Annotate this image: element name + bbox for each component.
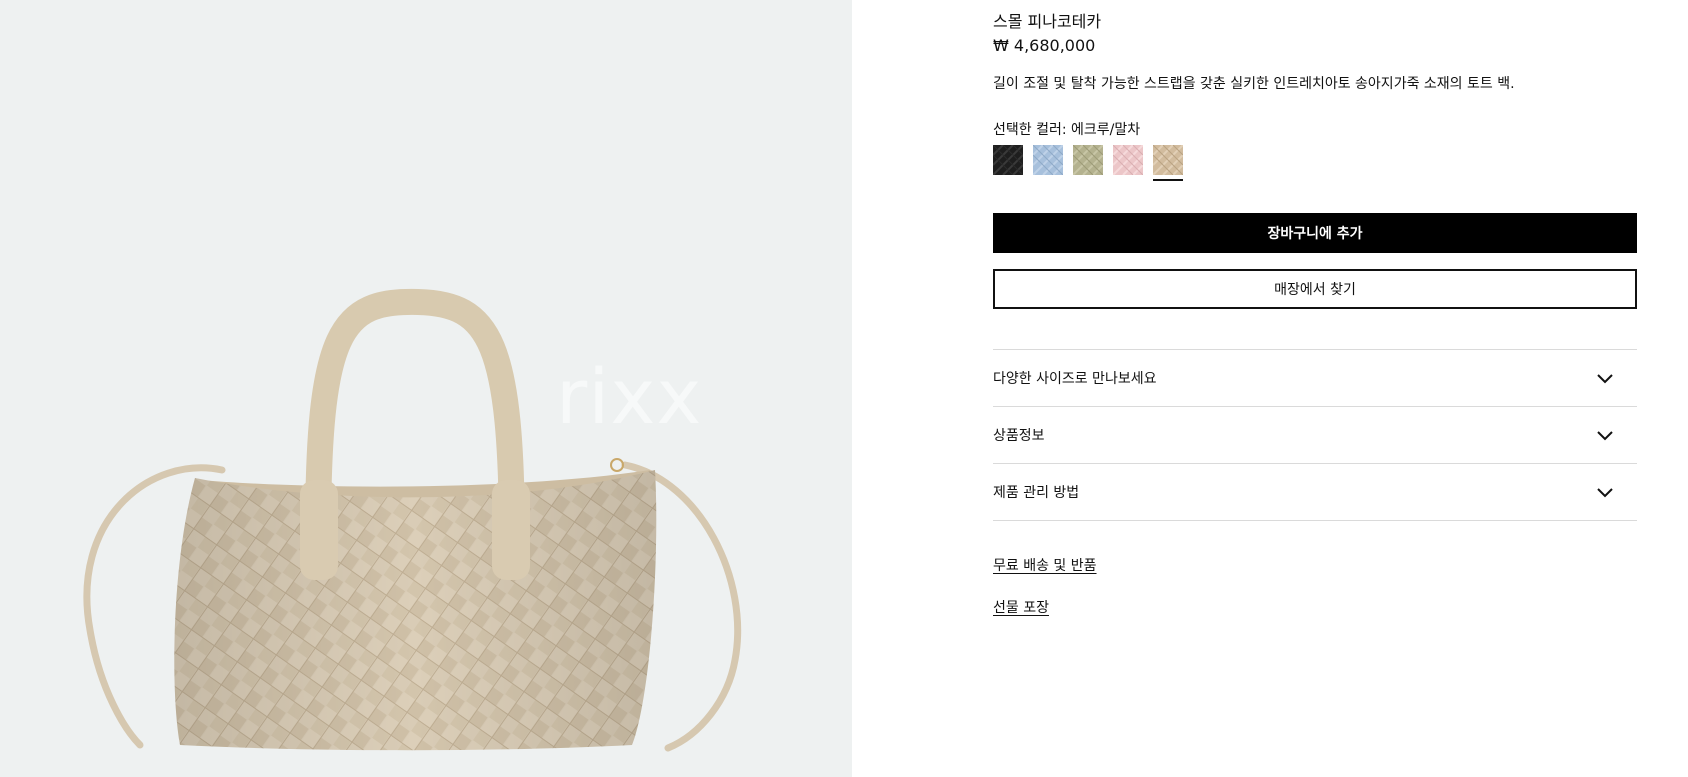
product-description: 길이 조절 및 탈착 가능한 스트랩을 갖춘 실키한 인트레치아토 송아지가죽 … — [993, 76, 1515, 92]
product-image[interactable]: rixx — [0, 0, 852, 777]
swatch-light-blue[interactable] — [1033, 145, 1063, 175]
bag-illustration — [83, 288, 742, 752]
chevron-down-icon — [1597, 431, 1613, 441]
accordion-care-label: 제품 관리 방법 — [993, 485, 1080, 501]
selected-swatch-indicator — [1153, 179, 1183, 181]
selected-color: 선택한 컬러: 에크루/말차 — [993, 119, 1140, 139]
color-swatches — [993, 145, 1253, 185]
product-title: 스몰 피나코테카 — [993, 12, 1102, 31]
product-price: ₩ 4,680,000 — [993, 36, 1096, 55]
chevron-down-icon — [1597, 488, 1613, 498]
product-page: rixx 스몰 피나코테카 ₩ 4,680,000 길이 조절 및 탈착 가능한… — [0, 0, 1688, 777]
shipping-returns-link[interactable]: 무료 배송 및 반품 — [993, 555, 1097, 575]
accordion-product-info[interactable]: 상품정보 — [993, 407, 1637, 464]
swatch-matcha[interactable] — [1073, 145, 1103, 175]
add-to-cart-button[interactable]: 장바구니에 추가 — [993, 213, 1637, 253]
accordion-sizes[interactable]: 다양한 사이즈로 만나보세요 — [993, 350, 1637, 407]
selected-color-value: 에크루/말차 — [1071, 122, 1141, 138]
accordion-care[interactable]: 제품 관리 방법 — [993, 464, 1637, 521]
gift-wrapping-link[interactable]: 선물 포장 — [993, 597, 1049, 617]
chevron-down-icon — [1597, 374, 1613, 384]
selected-color-label: 선택한 컬러: — [993, 122, 1067, 138]
info-accordion: 다양한 사이즈로 만나보세요 상품정보 제품 관리 방법 — [993, 349, 1637, 521]
accordion-product-info-label: 상품정보 — [993, 428, 1045, 444]
accordion-sizes-label: 다양한 사이즈로 만나보세요 — [993, 371, 1157, 387]
watermark-text: rixx — [556, 352, 703, 441]
swatch-ecru[interactable] — [1153, 145, 1183, 175]
swatch-black[interactable] — [993, 145, 1023, 175]
find-in-store-button[interactable]: 매장에서 찾기 — [993, 269, 1637, 309]
swatch-pink[interactable] — [1113, 145, 1143, 175]
